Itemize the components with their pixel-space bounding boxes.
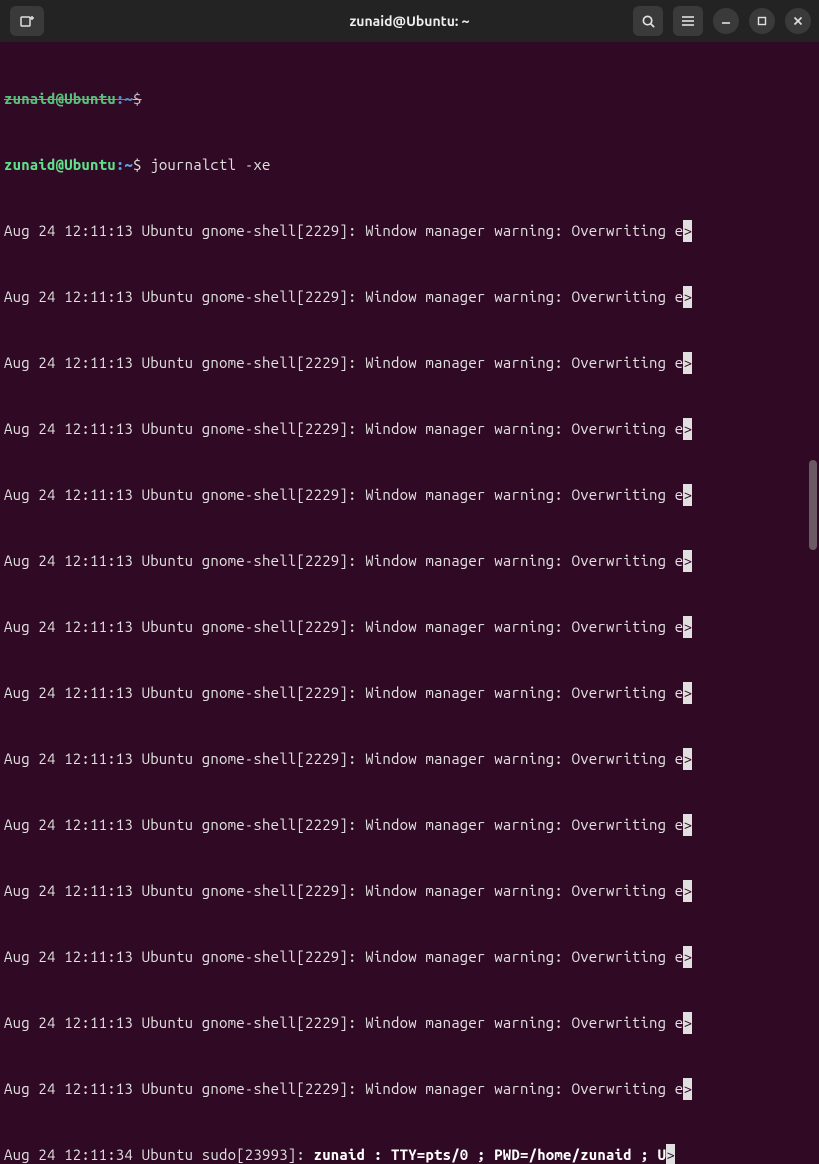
log-line: Aug 24 12:11:13 Ubuntu gnome-shell[2229]…: [4, 550, 815, 572]
new-tab-icon: [19, 13, 35, 29]
minimize-icon: [721, 16, 731, 26]
close-button[interactable]: [785, 8, 811, 34]
log-line: Aug 24 12:11:13 Ubuntu gnome-shell[2229]…: [4, 418, 815, 440]
log-line: Aug 24 12:11:13 Ubuntu gnome-shell[2229]…: [4, 880, 815, 902]
maximize-button[interactable]: [749, 8, 775, 34]
log-line: Aug 24 12:11:13 Ubuntu gnome-shell[2229]…: [4, 682, 815, 704]
hamburger-icon: [681, 14, 695, 28]
titlebar-controls: [633, 6, 811, 36]
title-bar: zunaid@Ubuntu: ~: [0, 0, 819, 42]
log-line: Aug 24 12:11:13 Ubuntu gnome-shell[2229]…: [4, 748, 815, 770]
log-line: Aug 24 12:11:13 Ubuntu gnome-shell[2229]…: [4, 484, 815, 506]
prompt-line-partial: zunaid@Ubuntu:~$: [4, 88, 815, 110]
log-line: Aug 24 12:11:13 Ubuntu gnome-shell[2229]…: [4, 1012, 815, 1034]
command-text: journalctl -xe: [150, 156, 270, 173]
search-button[interactable]: [633, 6, 663, 36]
log-line: Aug 24 12:11:13 Ubuntu gnome-shell[2229]…: [4, 814, 815, 836]
menu-button[interactable]: [673, 6, 703, 36]
log-line: Aug 24 12:11:13 Ubuntu gnome-shell[2229]…: [4, 220, 815, 242]
maximize-icon: [757, 16, 767, 26]
log-line: Aug 24 12:11:13 Ubuntu gnome-shell[2229]…: [4, 946, 815, 968]
log-line: Aug 24 12:11:13 Ubuntu gnome-shell[2229]…: [4, 616, 815, 638]
terminal-output[interactable]: zunaid@Ubuntu:~$ zunaid@Ubuntu:~$ journa…: [0, 42, 819, 1164]
sudo-log-line: Aug 24 12:11:34 Ubuntu sudo[23993]: zuna…: [4, 1144, 815, 1164]
log-line: Aug 24 12:11:13 Ubuntu gnome-shell[2229]…: [4, 352, 815, 374]
window-title: zunaid@Ubuntu: ~: [349, 13, 469, 29]
minimize-button[interactable]: [713, 8, 739, 34]
close-icon: [793, 16, 803, 26]
prompt-line: zunaid@Ubuntu:~$ journalctl -xe: [4, 154, 815, 176]
search-icon: [641, 14, 656, 29]
scrollbar-thumb[interactable]: [809, 460, 817, 550]
new-tab-button[interactable]: [10, 6, 44, 36]
log-line: Aug 24 12:11:13 Ubuntu gnome-shell[2229]…: [4, 1078, 815, 1100]
log-line: Aug 24 12:11:13 Ubuntu gnome-shell[2229]…: [4, 286, 815, 308]
